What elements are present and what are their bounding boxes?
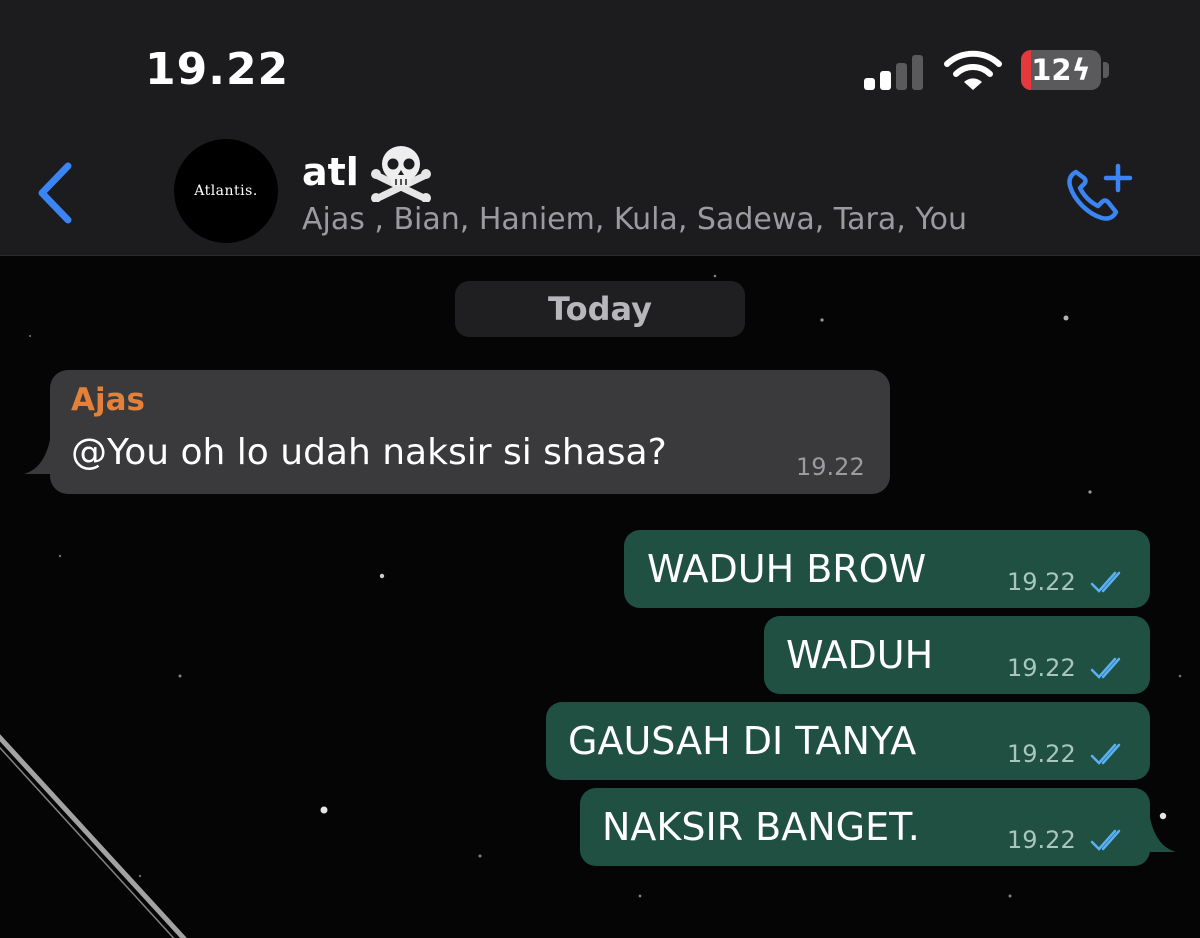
chat-header: 19.22 12ϟ Atlantis. atl Ajas , Bian, Han…: [0, 0, 1200, 256]
message-time: 19.22: [1007, 826, 1076, 854]
message-time: 19.22: [796, 453, 865, 481]
avatar-text: Atlantis.: [194, 183, 258, 199]
date-separator: Today: [455, 281, 745, 337]
battery-cap: [1103, 62, 1109, 78]
group-members: Ajas , Bian, Haniem, Kula, Sadewa, Tara,…: [302, 202, 968, 237]
double-check-icon: [1090, 829, 1121, 851]
double-check-icon: [1090, 743, 1121, 765]
outgoing-message-text: GAUSAH DI TANYA: [568, 719, 917, 763]
status-time: 19.22: [145, 44, 290, 95]
add-call-icon[interactable]: [1062, 160, 1134, 226]
double-check-icon: [1090, 657, 1121, 679]
message-sender[interactable]: Ajas: [71, 382, 145, 418]
skull-and-crossbones-icon: [371, 146, 431, 202]
outgoing-message-text: WADUH BROW: [647, 547, 927, 591]
chat-title[interactable]: atl: [302, 150, 359, 194]
outgoing-message-text: WADUH: [786, 633, 934, 677]
outgoing-message-text: NAKSIR BANGET.: [602, 805, 920, 849]
chevron-left-icon[interactable]: [34, 160, 78, 226]
battery-percent: 12ϟ: [1031, 53, 1091, 87]
message-time: 19.22: [1007, 568, 1076, 596]
wifi-icon: [944, 50, 1002, 90]
message-time: 19.22: [1007, 740, 1076, 768]
message-time: 19.22: [1007, 654, 1076, 682]
signal-icon: [864, 54, 924, 90]
battery-charging-icon: 12ϟ: [1021, 50, 1101, 90]
double-check-icon: [1090, 571, 1121, 593]
incoming-message-text: @You oh lo udah naksir si shasa?: [71, 432, 667, 473]
group-avatar[interactable]: Atlantis.: [174, 139, 278, 243]
